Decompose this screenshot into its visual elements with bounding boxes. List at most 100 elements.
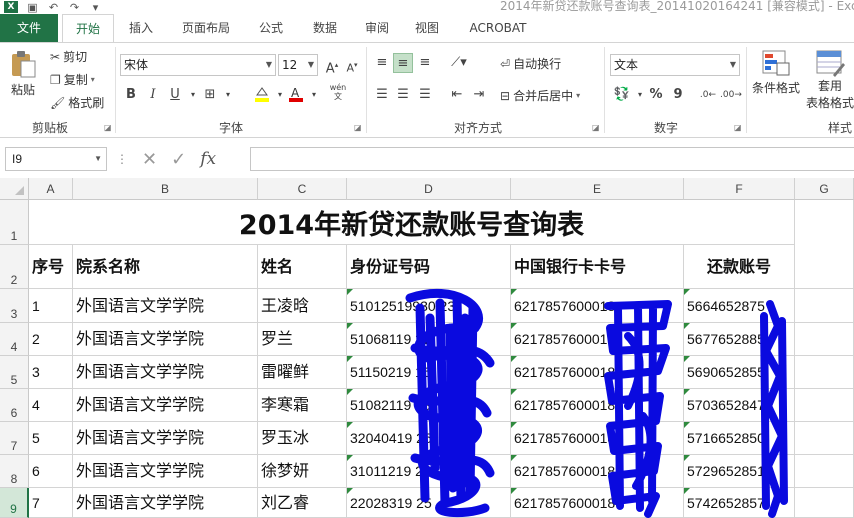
header-cell-account[interactable]: 还款账号	[684, 245, 795, 289]
column-header[interactable]: D	[347, 178, 511, 200]
sheet-title[interactable]: 2014年新贷还款账号查询表	[29, 200, 795, 245]
header-cell-no[interactable]: 序号	[29, 245, 73, 289]
undo-icon[interactable]: ↶	[47, 2, 60, 13]
tab-file[interactable]: 文件	[0, 14, 58, 42]
row-header[interactable]: 4	[0, 323, 29, 356]
empty-cell[interactable]	[795, 245, 854, 289]
cell-no[interactable]: 2	[29, 323, 73, 356]
header-cell-id[interactable]: 身份证号码	[347, 245, 511, 289]
wrap-text-button[interactable]: ⏎ 自动换行	[500, 55, 561, 72]
cell-no[interactable]: 7	[29, 488, 73, 518]
align-middle-icon[interactable]: ≡	[393, 53, 413, 73]
number-launcher-icon[interactable]: ◪	[734, 123, 742, 132]
accounting-format-icon[interactable]: 💱	[612, 85, 632, 105]
align-center-icon[interactable]: ☰	[393, 85, 413, 105]
empty-cell[interactable]	[795, 488, 854, 518]
empty-cell[interactable]	[795, 455, 854, 488]
insert-function-icon[interactable]: fx	[200, 149, 216, 169]
cell-dept[interactable]: 外国语言文学学院	[73, 323, 258, 356]
cut-button[interactable]: ✂ 剪切	[50, 48, 87, 65]
column-header[interactable]: B	[73, 178, 258, 200]
confirm-icon[interactable]: ✓	[171, 149, 186, 170]
fill-color-icon[interactable]	[252, 85, 272, 105]
row-header[interactable]: 6	[0, 389, 29, 422]
cell-no[interactable]: 4	[29, 389, 73, 422]
select-all-corner[interactable]	[0, 178, 29, 200]
tab-insert[interactable]: 插入	[116, 14, 166, 42]
cell-no[interactable]: 6	[29, 455, 73, 488]
empty-cell[interactable]	[795, 323, 854, 356]
header-cell-card[interactable]: 中国银行卡卡号	[511, 245, 684, 289]
row-header[interactable]: 2	[0, 245, 29, 289]
chevron-down-icon[interactable]: ▾	[304, 85, 324, 105]
column-header[interactable]: G	[795, 178, 854, 200]
format-painter-button[interactable]: 🖌 格式刷	[50, 94, 104, 111]
number-format-select[interactable]: 文本 ▼	[610, 54, 740, 76]
row-header[interactable]: 8	[0, 455, 29, 488]
cell-dept[interactable]: 外国语言文学学院	[73, 422, 258, 455]
redo-icon[interactable]: ↷	[68, 2, 81, 13]
column-header[interactable]: C	[258, 178, 347, 200]
font-launcher-icon[interactable]: ◪	[354, 123, 362, 132]
row-header[interactable]: 7	[0, 422, 29, 455]
cell-dept[interactable]: 外国语言文学学院	[73, 356, 258, 389]
italic-button[interactable]: I	[143, 85, 163, 105]
increase-font-icon[interactable]: A▴	[322, 55, 342, 76]
align-bottom-icon[interactable]: ≡	[415, 53, 435, 73]
name-box[interactable]: I9 ▼	[5, 147, 107, 171]
increase-decimal-icon[interactable]: .0←	[698, 85, 718, 105]
increase-indent-icon[interactable]: ⇥	[469, 85, 489, 105]
cell-no[interactable]: 3	[29, 356, 73, 389]
font-color-icon[interactable]: A	[286, 85, 306, 105]
borders-icon[interactable]: ⊞	[200, 85, 220, 105]
tab-page-layout[interactable]: 页面布局	[170, 14, 242, 42]
font-size-select[interactable]: 12 ▼	[278, 54, 318, 76]
comma-style-button[interactable]: 9	[668, 85, 688, 105]
tab-acrobat[interactable]: ACROBAT	[458, 14, 538, 42]
column-header[interactable]: F	[684, 178, 795, 200]
row-header[interactable]: 3	[0, 289, 29, 323]
tab-home[interactable]: 开始	[62, 14, 114, 43]
cell-dept[interactable]: 外国语言文学学院	[73, 455, 258, 488]
copy-button[interactable]: ❐ 复制 ▾	[50, 71, 95, 88]
align-top-icon[interactable]: ≡	[372, 53, 392, 73]
cell-dept[interactable]: 外国语言文学学院	[73, 488, 258, 518]
tab-data[interactable]: 数据	[300, 14, 350, 42]
merge-center-button[interactable]: ⊟ 合并后居中 ▾	[500, 87, 580, 104]
conditional-formatting-button[interactable]: 条件格式	[752, 49, 800, 96]
cancel-icon[interactable]: ✕	[142, 149, 157, 170]
column-header[interactable]: E	[511, 178, 684, 200]
tab-view[interactable]: 视图	[404, 14, 450, 42]
cell-name[interactable]: 罗兰	[258, 323, 347, 356]
empty-cell[interactable]	[795, 289, 854, 323]
clipboard-launcher-icon[interactable]: ◪	[104, 123, 112, 132]
cell-name[interactable]: 李寒霜	[258, 389, 347, 422]
empty-cell[interactable]	[795, 356, 854, 389]
align-right-icon[interactable]: ☰	[415, 85, 435, 105]
tab-review[interactable]: 审阅	[354, 14, 400, 42]
cell-name[interactable]: 雷曜鲜	[258, 356, 347, 389]
cell-no[interactable]: 5	[29, 422, 73, 455]
save-icon[interactable]: ▣	[26, 2, 39, 13]
row-header[interactable]: 1	[0, 200, 29, 245]
decrease-indent-icon[interactable]: ⇤	[447, 85, 467, 105]
decrease-decimal-icon[interactable]: .00→	[720, 85, 742, 105]
cell-name[interactable]: 刘乙睿	[258, 488, 347, 518]
font-name-select[interactable]: 宋体 ▼	[120, 54, 276, 76]
bold-button[interactable]: B	[121, 85, 141, 105]
align-left-icon[interactable]: ☰	[372, 85, 392, 105]
paste-button[interactable]: 粘贴	[8, 49, 38, 98]
format-as-table-button[interactable]: 套用 表格格式	[806, 49, 854, 111]
column-header[interactable]: A	[29, 178, 73, 200]
customize-qat-icon[interactable]: ▾	[89, 2, 102, 13]
orientation-icon[interactable]: ⟋▾	[449, 53, 469, 73]
cell-dept[interactable]: 外国语言文学学院	[73, 289, 258, 323]
tab-formulas[interactable]: 公式	[246, 14, 296, 42]
alignment-launcher-icon[interactable]: ◪	[592, 123, 600, 132]
cell-name[interactable]: 王凌晗	[258, 289, 347, 323]
cell-dept[interactable]: 外国语言文学学院	[73, 389, 258, 422]
percent-button[interactable]: %	[646, 85, 666, 105]
header-cell-dept[interactable]: 院系名称	[73, 245, 258, 289]
cell-name[interactable]: 罗玉冰	[258, 422, 347, 455]
formula-input[interactable]	[250, 147, 854, 171]
